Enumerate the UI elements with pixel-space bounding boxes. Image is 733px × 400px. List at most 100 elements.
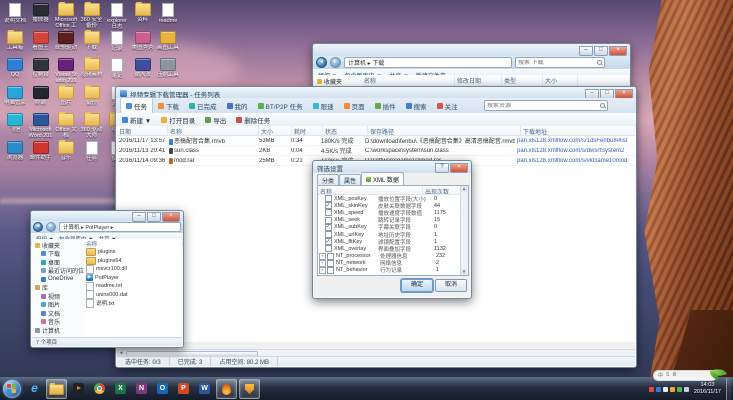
- desktop-icon[interactable]: readme: [156, 3, 180, 24]
- forward-icon[interactable]: ▸: [46, 222, 56, 232]
- nav-item[interactable]: 收藏夹: [317, 77, 363, 86]
- nav-item[interactable]: 收藏夹: [35, 241, 85, 250]
- taskbar-button-word[interactable]: W: [195, 379, 214, 397]
- desktop-icon[interactable]: 视频素材: [80, 57, 104, 78]
- nav-item[interactable]: 视频: [35, 292, 85, 301]
- explorer-titlebar[interactable]: – □ ×: [31, 211, 183, 222]
- scroll-up-icon[interactable]: ▲: [461, 186, 467, 192]
- close-button[interactable]: ×: [609, 45, 627, 56]
- ime-glyph[interactable]: ≣: [672, 372, 676, 379]
- desktop-icon[interactable]: 资料: [131, 2, 155, 23]
- nav-item[interactable]: 最近访问的位置: [35, 267, 85, 275]
- column-header[interactable]: 状态: [323, 126, 368, 135]
- file-row[interactable]: readme.txt: [86, 282, 182, 291]
- checkbox[interactable]: [325, 245, 332, 253]
- file-row[interactable]: plugins64: [86, 256, 182, 266]
- taskbar-button-security-app[interactable]: [239, 379, 260, 399]
- taskbar-button-chrome[interactable]: [90, 379, 109, 397]
- toolbar-button[interactable]: 导出: [205, 115, 226, 125]
- column-header[interactable]: 耗时: [292, 126, 323, 135]
- checkbox[interactable]: [325, 209, 332, 217]
- start-button[interactable]: [3, 380, 21, 398]
- dialog-tab-分类[interactable]: 分类: [317, 174, 340, 185]
- column-header[interactable]: 保存路径: [368, 126, 521, 135]
- taskbar-button-flame-app[interactable]: [216, 379, 237, 399]
- clock[interactable]: 14:03 2016/11/17: [691, 382, 724, 396]
- desktop-icon[interactable]: 画图工具: [156, 30, 180, 51]
- nav-item[interactable]: 下载: [35, 250, 85, 258]
- nav-item[interactable]: 音乐: [35, 318, 85, 326]
- nav-item[interactable]: 图片: [35, 301, 85, 309]
- toolbar-button[interactable]: 删除任务: [236, 115, 270, 125]
- desktop-icon[interactable]: 飞信: [3, 113, 27, 133]
- desktop-icon[interactable]: 记录: [105, 30, 129, 52]
- file-row[interactable]: msvcr100.dll: [86, 265, 182, 274]
- search-input[interactable]: [518, 59, 597, 66]
- desktop-icon[interactable]: 音乐: [54, 139, 78, 161]
- desktop-icon[interactable]: 笔记: [105, 58, 129, 79]
- address-bar[interactable]: 计算机 ▸ 下载: [344, 57, 512, 68]
- desktop-icon[interactable]: 浏览器: [3, 140, 27, 161]
- desktop-icon[interactable]: Office 文档: [54, 112, 78, 140]
- task-row[interactable]: 2016/11/13 20:41 sun.class 2KB 0:04 4.5K/s 完…: [117, 146, 635, 156]
- taskbar-button-powerpoint[interactable]: P: [174, 379, 193, 397]
- desktop-icon[interactable]: 电脑管家: [3, 85, 27, 106]
- show-desktop-button[interactable]: [726, 378, 731, 400]
- nav-item[interactable]: 文档: [35, 309, 85, 318]
- tray-icon[interactable]: [648, 386, 654, 392]
- task-row[interactable]: 2016/11/17 13:57 恶搞配音合集.rmvb 53MB 0:34 180K/…: [117, 136, 635, 146]
- desktop-icon[interactable]: Visual Studio 2013: [54, 58, 78, 85]
- tab-下载[interactable]: 下载: [153, 98, 184, 113]
- file-row[interactable]: 说明.txt: [86, 299, 182, 308]
- ime-toolbar[interactable]: 中 S ≣: [653, 365, 728, 381]
- file-row[interactable]: ▶ PotPlayer: [86, 274, 182, 283]
- tray-icon[interactable]: [669, 386, 675, 392]
- checkbox[interactable]: [325, 238, 332, 246]
- close-button[interactable]: ×: [450, 162, 468, 173]
- column-header[interactable]: 大小: [543, 75, 578, 86]
- close-button[interactable]: ×: [615, 88, 633, 99]
- tab-插件[interactable]: 插件: [370, 98, 401, 113]
- nav-item[interactable]: 桌面: [35, 258, 85, 267]
- back-icon[interactable]: ◂: [33, 222, 43, 232]
- column-header[interactable]: 名称: [168, 126, 259, 135]
- checkbox[interactable]: [327, 266, 334, 274]
- scroll-down-icon[interactable]: ▼: [461, 269, 467, 275]
- tray-icon[interactable]: [676, 386, 682, 392]
- tab-已完成[interactable]: 已完成: [184, 98, 222, 113]
- nav-item[interactable]: 库: [35, 284, 85, 292]
- expander-icon[interactable]: +: [319, 259, 326, 267]
- desktop-icon[interactable]: 360 驱动大师: [80, 112, 104, 140]
- desktop-icon[interactable]: 终端: [29, 85, 53, 106]
- max-button[interactable]: □: [600, 88, 614, 99]
- column-header[interactable]: 名称: [318, 186, 423, 194]
- cancel-button[interactable]: 取消: [435, 279, 467, 292]
- dialog-tab-属性[interactable]: 属性: [339, 174, 362, 185]
- tab-我的[interactable]: 我的: [222, 98, 253, 113]
- min-button[interactable]: –: [579, 45, 593, 56]
- taskbar-button-media-player[interactable]: [69, 379, 88, 397]
- desktop-icon[interactable]: Microsoft Office 工具: [54, 2, 78, 30]
- dialog-tab-XML 数据[interactable]: XML 数据: [361, 172, 404, 185]
- desktop-icon[interactable]: 看图王: [29, 30, 53, 51]
- tab-任务[interactable]: 任务: [120, 97, 153, 113]
- desktop-icon[interactable]: Microsoft Word 2010: [29, 113, 53, 140]
- column-header[interactable]: 修改日期: [455, 75, 502, 86]
- desktop-icon[interactable]: 图片: [54, 84, 78, 106]
- checkbox[interactable]: [327, 259, 334, 267]
- help-button[interactable]: ?: [435, 162, 449, 173]
- taskbar-button-explorer[interactable]: [46, 379, 67, 399]
- expander-icon[interactable]: +: [319, 266, 326, 274]
- desktop-icon[interactable]: 说明文档: [3, 3, 27, 24]
- tab-关注[interactable]: 关注: [432, 98, 463, 113]
- ok-button[interactable]: 确定: [401, 279, 433, 292]
- desktop-icon[interactable]: 备份: [80, 84, 104, 106]
- taskbar-button-outlook[interactable]: O: [153, 379, 172, 397]
- nav-item[interactable]: 计算机: [35, 326, 85, 335]
- checkbox[interactable]: [325, 202, 332, 210]
- desktop-icon[interactable]: 360 安全备份: [80, 2, 104, 30]
- column-header[interactable]: 日期: [117, 126, 168, 135]
- forward-icon[interactable]: ▸: [330, 57, 341, 68]
- taskbar-button-onenote[interactable]: N: [132, 379, 151, 397]
- tab-BT/P2P 任务[interactable]: BT/P2P 任务: [253, 98, 308, 113]
